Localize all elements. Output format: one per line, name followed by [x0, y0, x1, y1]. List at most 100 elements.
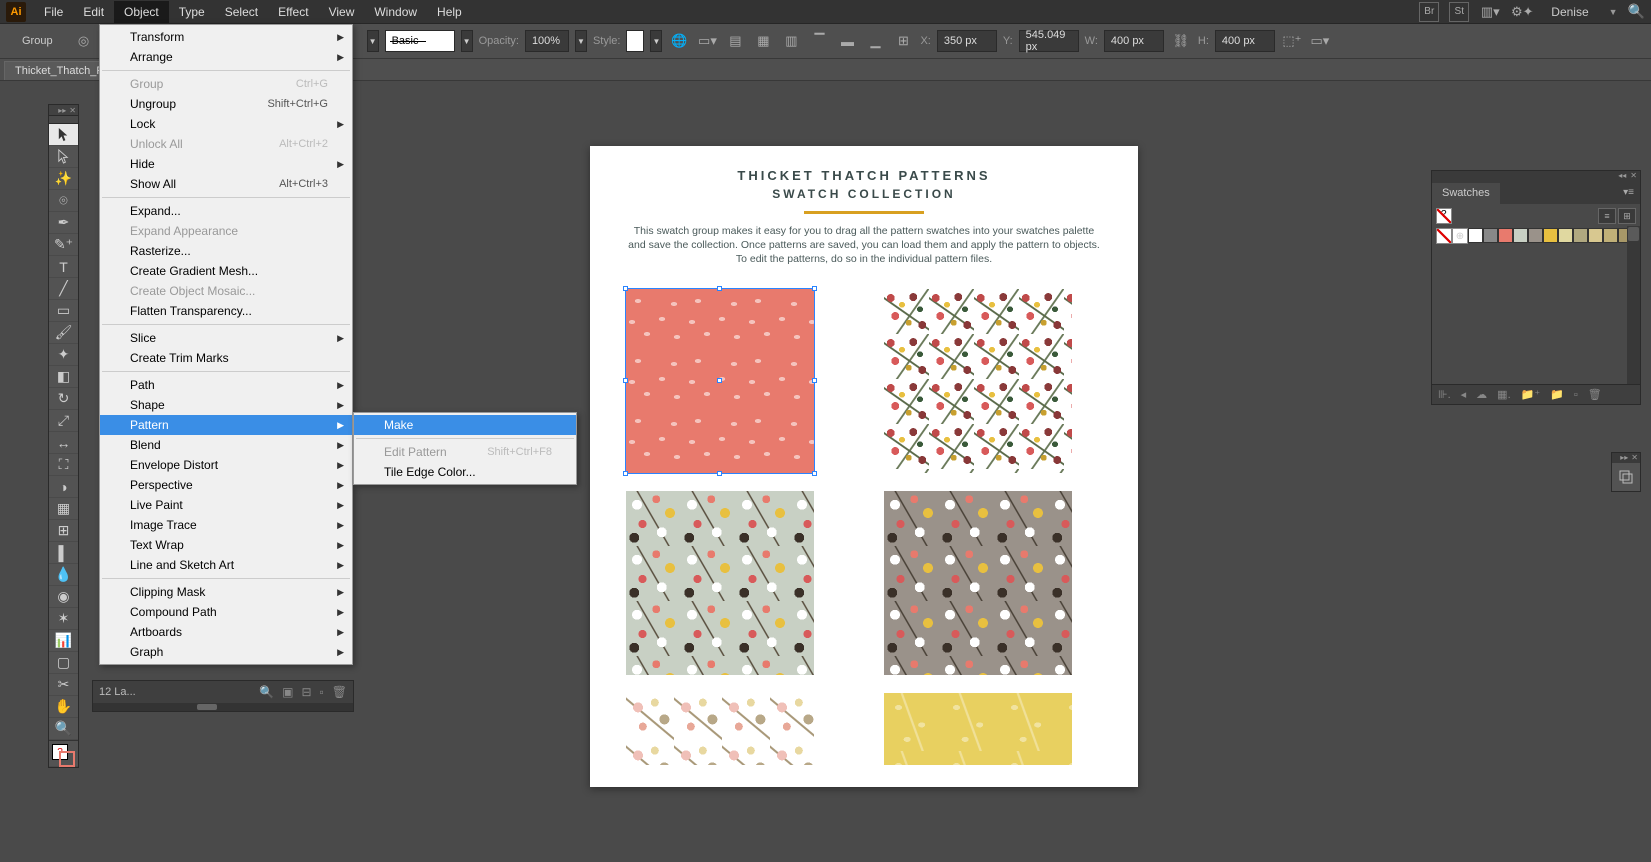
menu-item-shape[interactable]: Shape▶	[100, 395, 352, 415]
x-field[interactable]: 350 px	[937, 30, 997, 52]
mini-swatch[interactable]	[1543, 228, 1558, 243]
mesh-tool[interactable]: ⊞	[49, 520, 78, 542]
type-tool[interactable]: T	[49, 256, 78, 278]
pen-tool[interactable]: ✒	[49, 212, 78, 234]
menu-edit[interactable]: Edit	[73, 1, 114, 23]
align-left-icon[interactable]: ▤	[724, 30, 746, 52]
menu-item-line-and-sketch-art[interactable]: Line and Sketch Art▶	[100, 555, 352, 575]
menu-item-envelope-distort[interactable]: Envelope Distort▶	[100, 455, 352, 475]
align-vcenter-icon[interactable]: ▬	[836, 30, 858, 52]
target-icon[interactable]: ◎	[73, 30, 95, 52]
eraser-tool[interactable]: ◧	[49, 366, 78, 388]
user-name[interactable]: Denise	[1543, 3, 1596, 21]
trash-icon[interactable]: 🗑	[332, 685, 347, 699]
menu-effect[interactable]: Effect	[268, 1, 318, 23]
menu-item-text-wrap[interactable]: Text Wrap▶	[100, 535, 352, 555]
mini-swatch[interactable]	[1528, 228, 1543, 243]
menu-item-transform[interactable]: Transform▶	[100, 27, 352, 47]
eyedropper-tool[interactable]: 💧	[49, 564, 78, 586]
mini-swatch[interactable]	[1573, 228, 1588, 243]
fill-stroke-control[interactable]: ?	[49, 741, 78, 767]
menu-item-make[interactable]: Make	[354, 415, 576, 435]
mini-swatch[interactable]	[1558, 228, 1573, 243]
mini-swatch[interactable]	[1588, 228, 1603, 243]
isolate-icon[interactable]: ⬚⁺	[1281, 30, 1303, 52]
recolor-icon[interactable]: 🌐	[668, 30, 690, 52]
menu-item-compound-path[interactable]: Compound Path▶	[100, 602, 352, 622]
gradient-tool[interactable]: ▌	[49, 542, 78, 564]
menu-help[interactable]: Help	[427, 1, 472, 23]
mini-swatch[interactable]	[1603, 228, 1618, 243]
menu-item-lock[interactable]: Lock▶	[100, 114, 352, 134]
menu-select[interactable]: Select	[215, 1, 268, 23]
toolbox-grip[interactable]	[49, 116, 78, 124]
toolbox-header[interactable]: ▸▸✕	[49, 105, 78, 116]
opacity-field[interactable]: 100%	[525, 30, 569, 52]
magic-wand-tool[interactable]: ✨	[49, 168, 78, 190]
edit-contents-icon[interactable]: ▭▾	[1309, 30, 1331, 52]
shape-builder-tool[interactable]: ◑	[49, 476, 78, 498]
free-transform-tool[interactable]: ⛶	[49, 454, 78, 476]
panel-menu-icon[interactable]: ▾≡	[1617, 183, 1640, 202]
delete-swatch-icon[interactable]: 🗑	[1588, 388, 1602, 401]
menu-item-perspective[interactable]: Perspective▶	[100, 475, 352, 495]
lasso-tool[interactable]: ⌾	[49, 190, 78, 212]
line-tool[interactable]: ╱	[49, 278, 78, 300]
menu-type[interactable]: Type	[169, 1, 215, 23]
menu-item-clipping-mask[interactable]: Clipping Mask▶	[100, 582, 352, 602]
menu-item-pattern[interactable]: Pattern▶	[100, 415, 352, 435]
menu-item-artboards[interactable]: Artboards▶	[100, 622, 352, 642]
pattern-swatch-6[interactable]	[884, 693, 1072, 765]
pattern-swatch-3[interactable]	[626, 491, 814, 675]
transform-anchor-icon[interactable]: ⊞	[892, 30, 914, 52]
graph-tool[interactable]: 📊	[49, 630, 78, 652]
swatch-options-icon[interactable]: ☁	[1476, 388, 1487, 401]
brush-dropdown[interactable]: ▼	[461, 30, 473, 52]
menu-object[interactable]: Object	[114, 1, 169, 23]
mini-swatch[interactable]	[1468, 228, 1483, 243]
opacity-dropdown[interactable]: ▼	[575, 30, 587, 52]
menu-item-flatten-transparency[interactable]: Flatten Transparency...	[100, 301, 352, 321]
panel-topbar[interactable]: ◂◂✕	[1432, 171, 1640, 181]
align-top-icon[interactable]: ▔	[808, 30, 830, 52]
shaper-tool[interactable]: ✦	[49, 344, 78, 366]
registration-swatch[interactable]: ⊕	[1452, 228, 1468, 244]
width-tool[interactable]: ↔	[49, 432, 78, 454]
direct-selection-tool[interactable]	[49, 146, 78, 168]
menu-item-live-paint[interactable]: Live Paint▶	[100, 495, 352, 515]
swatches-tab[interactable]: Swatches	[1432, 183, 1500, 204]
brush-field[interactable]: Basic	[385, 30, 455, 52]
h-field[interactable]: 400 px	[1215, 30, 1275, 52]
menu-item-blend[interactable]: Blend▶	[100, 435, 352, 455]
stock-icon[interactable]: St	[1449, 2, 1469, 22]
new-layer-icon[interactable]: ▫	[320, 685, 324, 699]
align-hcenter-icon[interactable]: ▦	[752, 30, 774, 52]
lib-menu-icon[interactable]: ⊪.	[1438, 388, 1451, 401]
menu-item-rasterize[interactable]: Rasterize...	[100, 241, 352, 261]
mini-swatch[interactable]	[1513, 228, 1528, 243]
menu-item-hide[interactable]: Hide▶	[100, 154, 352, 174]
symbol-sprayer-tool[interactable]: ✶	[49, 608, 78, 630]
rectangle-tool[interactable]: ▭	[49, 300, 78, 322]
stroke-dropdown[interactable]: ▼	[367, 30, 379, 52]
zoom-tool[interactable]: 🔍	[49, 718, 78, 740]
list-view-icon[interactable]: ≡	[1598, 208, 1616, 224]
menu-item-expand[interactable]: Expand...	[100, 201, 352, 221]
pattern-swatch-2[interactable]	[884, 289, 1072, 473]
panel-scrollbar[interactable]	[1627, 226, 1640, 384]
menu-window[interactable]: Window	[364, 1, 427, 23]
menu-item-path[interactable]: Path▶	[100, 375, 352, 395]
pattern-swatch-4[interactable]	[884, 491, 1072, 675]
show-kinds-icon[interactable]: ◂	[1461, 388, 1467, 401]
arrange-docs-icon[interactable]: ▥▾	[1479, 1, 1501, 23]
menu-item-create-gradient-mesh[interactable]: Create Gradient Mesh...	[100, 261, 352, 281]
perspective-tool[interactable]: ▦	[49, 498, 78, 520]
none-swatch[interactable]	[1436, 228, 1452, 244]
artboards-panel-icon[interactable]	[1612, 463, 1640, 491]
new-folder-icon[interactable]: 📁	[1550, 388, 1564, 401]
mini-swatch[interactable]	[1498, 228, 1513, 243]
slice-tool[interactable]: ✂	[49, 674, 78, 696]
new-color-group-icon[interactable]: 📁⁺	[1521, 388, 1541, 401]
pattern-swatch-5[interactable]	[626, 693, 814, 765]
rotate-tool[interactable]: ↻	[49, 388, 78, 410]
